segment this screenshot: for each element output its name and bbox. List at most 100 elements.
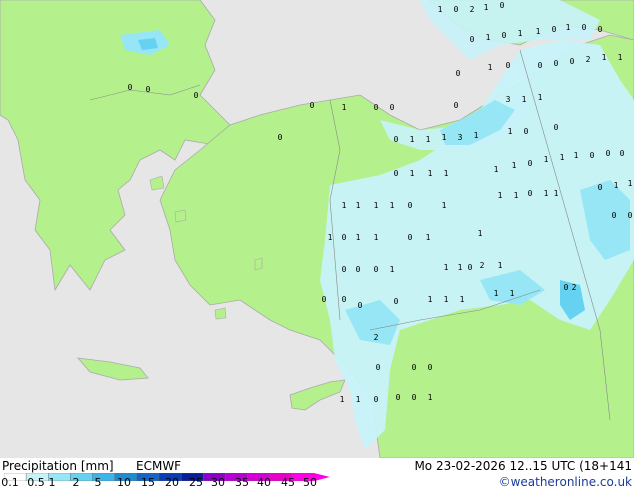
precip-value-label: 1 (488, 63, 493, 72)
precip-value-label: 1 (566, 23, 571, 32)
precip-value-label: 1 (444, 263, 449, 272)
precip-value-label: 0 (194, 91, 199, 100)
precip-value-label: 0 (554, 123, 559, 132)
precip-value-label: 0 (612, 211, 617, 220)
precip-value-label: 0 (552, 25, 557, 34)
legend-title: Precipitation [mm] (2, 459, 114, 473)
precip-value-label: 1 (494, 289, 499, 298)
precip-value-label: 1 (444, 169, 449, 178)
precip-value-label: 1 (426, 233, 431, 242)
color-scale-tick-label: 35 (235, 476, 249, 489)
precip-value-label: 0 (408, 201, 413, 210)
precip-value-label: 0 (278, 133, 283, 142)
precip-value-label: 1 (458, 263, 463, 272)
precip-value-label: 0 (470, 35, 475, 44)
precip-value-label: 0 (408, 233, 413, 242)
precip-value-label: 0 (506, 61, 511, 70)
precip-value-label: 1 (342, 201, 347, 210)
precip-value-label: 0 (502, 31, 507, 40)
precip-value-label: 1 (442, 133, 447, 142)
precip-value-label: 0 (376, 363, 381, 372)
precip-value-label: 0 (128, 83, 133, 92)
precip-value-label: 3 (458, 133, 463, 142)
land-island-3 (254, 257, 263, 271)
color-scale-tick-label: 0.1 (1, 476, 19, 489)
precip-value-label: 1 (460, 295, 465, 304)
precip-value-label: 0 (620, 149, 625, 158)
precip-value-label: 1 (356, 395, 361, 404)
precip-value-label: 1 (494, 165, 499, 174)
weather-map-view: 1021001011010000001000021101000311001113… (0, 0, 634, 490)
precip-value-label: 0 (500, 1, 505, 10)
precip-value-label: 1 (510, 289, 515, 298)
precip-value-label: 0 (628, 211, 633, 220)
land-island-4 (214, 307, 227, 320)
precip-value-label: 1 (426, 135, 431, 144)
precip-value-label: 0 (356, 265, 361, 274)
precip-value-label: 1 (574, 151, 579, 160)
precip-value-label: 0 (454, 5, 459, 14)
precip-value-label: 1 (536, 27, 541, 36)
precip-value-label: 0 (322, 295, 327, 304)
precip-value-label: 1 (428, 169, 433, 178)
precip-value-label: 0 (598, 25, 603, 34)
precip-value-label: 1 (486, 33, 491, 42)
precip-value-label: 0 (394, 135, 399, 144)
precip-value-label: 0 (342, 265, 347, 274)
color-scale-tick-label: 15 (141, 476, 155, 489)
precip-value-label: 1 (518, 29, 523, 38)
precip-value-label: 0 (456, 69, 461, 78)
precip-value-label: 1 (522, 95, 527, 104)
precip-value-label: 0 (468, 263, 473, 272)
legend-panel: Precipitation [mm] ECMWF Mo 23-02-2026 1… (0, 458, 634, 490)
precip-value-label: 1 (356, 201, 361, 210)
color-scale-tick-label: 30 (211, 476, 225, 489)
precip-value-label: 1 (442, 201, 447, 210)
precip-value-label: 0 (590, 151, 595, 160)
color-scale-tick-label: 25 (189, 476, 203, 489)
precip-value-label: 1 (508, 127, 513, 136)
precip-value-label: 1 (560, 153, 565, 162)
model-name: ECMWF (136, 459, 182, 473)
precip-value-label: 1 (514, 191, 519, 200)
precip-value-label: 0 (396, 393, 401, 402)
precip-value-label: 1 (554, 189, 559, 198)
precip-value-label: 0 (374, 265, 379, 274)
precip-value-label: 0 (412, 393, 417, 402)
precip-value-label: 0 (528, 189, 533, 198)
precip-value-label: 1 (428, 393, 433, 402)
precip-value-label: 1 (410, 169, 415, 178)
precip-value-label: 1 (498, 191, 503, 200)
credit-link[interactable]: ©weatheronline.co.uk (499, 475, 632, 489)
color-scale-tick-label: 1 (48, 476, 56, 489)
precip-value-label: 1 (538, 93, 543, 102)
precip-value-label: 0 (374, 395, 379, 404)
precip-value-label: 1 (390, 265, 395, 274)
precip-value-label: 1 (410, 135, 415, 144)
precip-value-label: 0 (570, 57, 575, 66)
color-scale-tick-label: 40 (257, 476, 271, 489)
precip-value-label: 1 (628, 179, 633, 188)
precip-value-label: 1 (512, 161, 517, 170)
precip-value-label: 0 (342, 295, 347, 304)
color-scale-tick-label: 0.5 (27, 476, 45, 489)
precip-value-label: 1 (474, 131, 479, 140)
precip-value-label: 0 (554, 59, 559, 68)
precip-value-label: 0 (564, 283, 569, 292)
precip-value-label: 2 (374, 333, 379, 342)
precip-value-label: 2 (480, 261, 485, 270)
precip-value-label: 0 (538, 61, 543, 70)
precip-value-label: 0 (528, 159, 533, 168)
precip-value-label: 1 (342, 103, 347, 112)
precip-value-label: 0 (412, 363, 417, 372)
precip-value-label: 0 (606, 149, 611, 158)
forecast-datetime: Mo 23-02-2026 12..15 UTC (18+141 (414, 459, 632, 473)
color-scale-tick-label: 10 (117, 476, 131, 489)
precip-value-label: 1 (544, 155, 549, 164)
precip-value-label: 2 (586, 55, 591, 64)
precip-value-label: 0 (310, 101, 315, 110)
precip-value-label: 1 (444, 295, 449, 304)
precip-value-label: 1 (356, 233, 361, 242)
precip-value-label: 0 (394, 297, 399, 306)
precip-value-label: 1 (428, 295, 433, 304)
